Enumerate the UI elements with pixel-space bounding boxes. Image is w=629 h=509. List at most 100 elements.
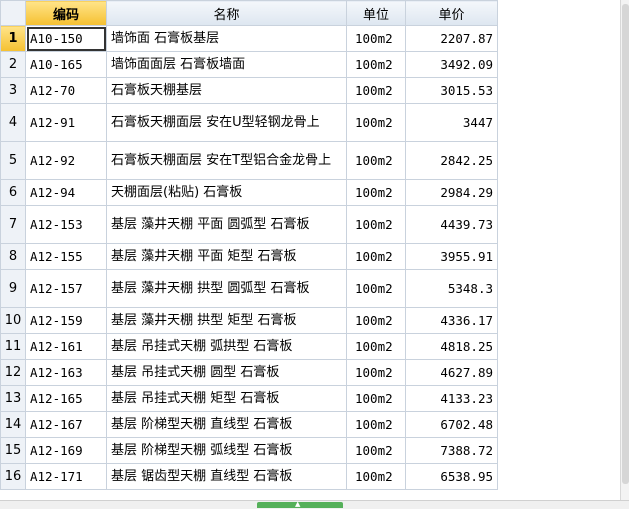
name-cell[interactable]: 天棚面层(粘贴) 石膏板 (106, 179, 347, 206)
name-cell[interactable]: 基层 藻井天棚 拱型 矩型 石膏板 (106, 307, 347, 334)
code-cell[interactable]: A10-150 (25, 25, 107, 52)
unit-cell[interactable]: 100m2 (346, 333, 406, 360)
unit-cell[interactable]: 100m2 (346, 141, 406, 180)
table-row[interactable]: 14 A12-167 基层 阶梯型天棚 直线型 石膏板 100m2 6702.48 (0, 411, 498, 438)
price-cell[interactable]: 7388.72 (405, 437, 498, 464)
splitter-grip[interactable]: ▲ (257, 501, 343, 508)
code-cell[interactable]: A12-165 (25, 385, 107, 412)
code-cell[interactable]: A12-159 (25, 307, 107, 334)
code-cell[interactable]: A12-161 (25, 333, 107, 360)
price-cell[interactable]: 4818.25 (405, 333, 498, 360)
code-cell[interactable]: A12-153 (25, 205, 107, 244)
table-row[interactable]: 3 A12-70 石膏板天棚基层 100m2 3015.53 (0, 77, 498, 104)
code-cell[interactable]: A12-70 (25, 77, 107, 104)
price-column-header[interactable]: 单价 (405, 0, 498, 26)
unit-cell[interactable]: 100m2 (346, 385, 406, 412)
row-number[interactable]: 13 (0, 385, 26, 412)
row-number[interactable]: 15 (0, 437, 26, 464)
unit-cell[interactable]: 100m2 (346, 243, 406, 270)
table-row[interactable]: 15 A12-169 基层 阶梯型天棚 弧线型 石膏板 100m2 7388.72 (0, 437, 498, 464)
table-row[interactable]: 11 A12-161 基层 吊挂式天棚 弧拱型 石膏板 100m2 4818.25 (0, 333, 498, 360)
row-number[interactable]: 2 (0, 51, 26, 78)
code-cell[interactable]: A12-157 (25, 269, 107, 308)
unit-cell[interactable]: 100m2 (346, 103, 406, 142)
row-number[interactable]: 14 (0, 411, 26, 438)
table-row[interactable]: 8 A12-155 基层 藻井天棚 平面 矩型 石膏板 100m2 3955.91 (0, 243, 498, 270)
row-number[interactable]: 7 (0, 205, 26, 244)
row-number[interactable]: 1 (0, 25, 26, 52)
table-row[interactable]: 10 A12-159 基层 藻井天棚 拱型 矩型 石膏板 100m2 4336.17 (0, 307, 498, 334)
name-cell[interactable]: 基层 吊挂式天棚 圆型 石膏板 (106, 359, 347, 386)
price-cell[interactable]: 2984.29 (405, 179, 498, 206)
unit-cell[interactable]: 100m2 (346, 179, 406, 206)
row-number[interactable]: 11 (0, 333, 26, 360)
price-cell[interactable]: 6702.48 (405, 411, 498, 438)
table-row[interactable]: 16 A12-171 基层 锯齿型天棚 直线型 石膏板 100m2 6538.95 (0, 463, 498, 490)
row-number[interactable]: 5 (0, 141, 26, 180)
code-cell[interactable]: A10-165 (25, 51, 107, 78)
name-column-header[interactable]: 名称 (106, 0, 347, 26)
code-cell[interactable]: A12-167 (25, 411, 107, 438)
row-number[interactable]: 6 (0, 179, 26, 206)
unit-cell[interactable]: 100m2 (346, 25, 406, 52)
price-cell[interactable]: 4336.17 (405, 307, 498, 334)
name-cell[interactable]: 基层 阶梯型天棚 直线型 石膏板 (106, 411, 347, 438)
row-number[interactable]: 4 (0, 103, 26, 142)
price-cell[interactable]: 4439.73 (405, 205, 498, 244)
unit-cell[interactable]: 100m2 (346, 205, 406, 244)
price-cell[interactable]: 2207.87 (405, 25, 498, 52)
name-cell[interactable]: 基层 阶梯型天棚 弧线型 石膏板 (106, 437, 347, 464)
name-cell[interactable]: 基层 藻井天棚 平面 圆弧型 石膏板 (106, 205, 347, 244)
unit-cell[interactable]: 100m2 (346, 307, 406, 334)
table-row[interactable]: 13 A12-165 基层 吊挂式天棚 矩型 石膏板 100m2 4133.23 (0, 385, 498, 412)
price-cell[interactable]: 3955.91 (405, 243, 498, 270)
price-cell[interactable]: 2842.25 (405, 141, 498, 180)
code-cell[interactable]: A12-169 (25, 437, 107, 464)
price-cell[interactable]: 3015.53 (405, 77, 498, 104)
name-cell[interactable]: 基层 吊挂式天棚 弧拱型 石膏板 (106, 333, 347, 360)
code-cell[interactable]: A12-171 (25, 463, 107, 490)
code-cell[interactable]: A12-94 (25, 179, 107, 206)
table-row[interactable]: 12 A12-163 基层 吊挂式天棚 圆型 石膏板 100m2 4627.89 (0, 359, 498, 386)
table-row[interactable]: 7 A12-153 基层 藻井天棚 平面 圆弧型 石膏板 100m2 4439.73 (0, 205, 498, 244)
unit-cell[interactable]: 100m2 (346, 269, 406, 308)
code-column-header[interactable]: 编码 (25, 0, 107, 26)
row-number[interactable]: 12 (0, 359, 26, 386)
table-row[interactable]: 6 A12-94 天棚面层(粘贴) 石膏板 100m2 2984.29 (0, 179, 498, 206)
table-row[interactable]: 1 A10-150 墙饰面 石膏板基层 100m2 2207.87 (0, 25, 498, 52)
unit-cell[interactable]: 100m2 (346, 411, 406, 438)
unit-cell[interactable]: 100m2 (346, 51, 406, 78)
table-row[interactable]: 2 A10-165 墙饰面面层 石膏板墙面 100m2 3492.09 (0, 51, 498, 78)
code-cell[interactable]: A12-92 (25, 141, 107, 180)
name-cell[interactable]: 墙饰面 石膏板基层 (106, 25, 347, 52)
name-cell[interactable]: 基层 藻井天棚 平面 矩型 石膏板 (106, 243, 347, 270)
unit-cell[interactable]: 100m2 (346, 77, 406, 104)
code-cell[interactable]: A12-91 (25, 103, 107, 142)
unit-cell[interactable]: 100m2 (346, 359, 406, 386)
price-cell[interactable]: 4627.89 (405, 359, 498, 386)
unit-cell[interactable]: 100m2 (346, 463, 406, 490)
scrollbar-thumb[interactable] (622, 4, 629, 484)
name-cell[interactable]: 石膏板天棚基层 (106, 77, 347, 104)
name-cell[interactable]: 基层 藻井天棚 拱型 圆弧型 石膏板 (106, 269, 347, 308)
price-cell[interactable]: 6538.95 (405, 463, 498, 490)
corner-header[interactable] (0, 0, 26, 26)
unit-column-header[interactable]: 单位 (346, 0, 406, 26)
name-cell[interactable]: 石膏板天棚面层 安在T型铝合金龙骨上 (106, 141, 347, 180)
price-cell[interactable]: 3447 (405, 103, 498, 142)
row-number[interactable]: 16 (0, 463, 26, 490)
table-row[interactable]: 4 A12-91 石膏板天棚面层 安在U型轻钢龙骨上 100m2 3447 (0, 103, 498, 142)
name-cell[interactable]: 基层 锯齿型天棚 直线型 石膏板 (106, 463, 347, 490)
unit-cell[interactable]: 100m2 (346, 437, 406, 464)
row-number[interactable]: 9 (0, 269, 26, 308)
name-cell[interactable]: 基层 吊挂式天棚 矩型 石膏板 (106, 385, 347, 412)
row-number[interactable]: 8 (0, 243, 26, 270)
table-row[interactable]: 5 A12-92 石膏板天棚面层 安在T型铝合金龙骨上 100m2 2842.25 (0, 141, 498, 180)
row-number[interactable]: 10 (0, 307, 26, 334)
vertical-scrollbar[interactable] (620, 0, 629, 500)
code-cell[interactable]: A12-163 (25, 359, 107, 386)
name-cell[interactable]: 墙饰面面层 石膏板墙面 (106, 51, 347, 78)
table-row[interactable]: 9 A12-157 基层 藻井天棚 拱型 圆弧型 石膏板 100m2 5348.3 (0, 269, 498, 308)
price-cell[interactable]: 4133.23 (405, 385, 498, 412)
row-number[interactable]: 3 (0, 77, 26, 104)
